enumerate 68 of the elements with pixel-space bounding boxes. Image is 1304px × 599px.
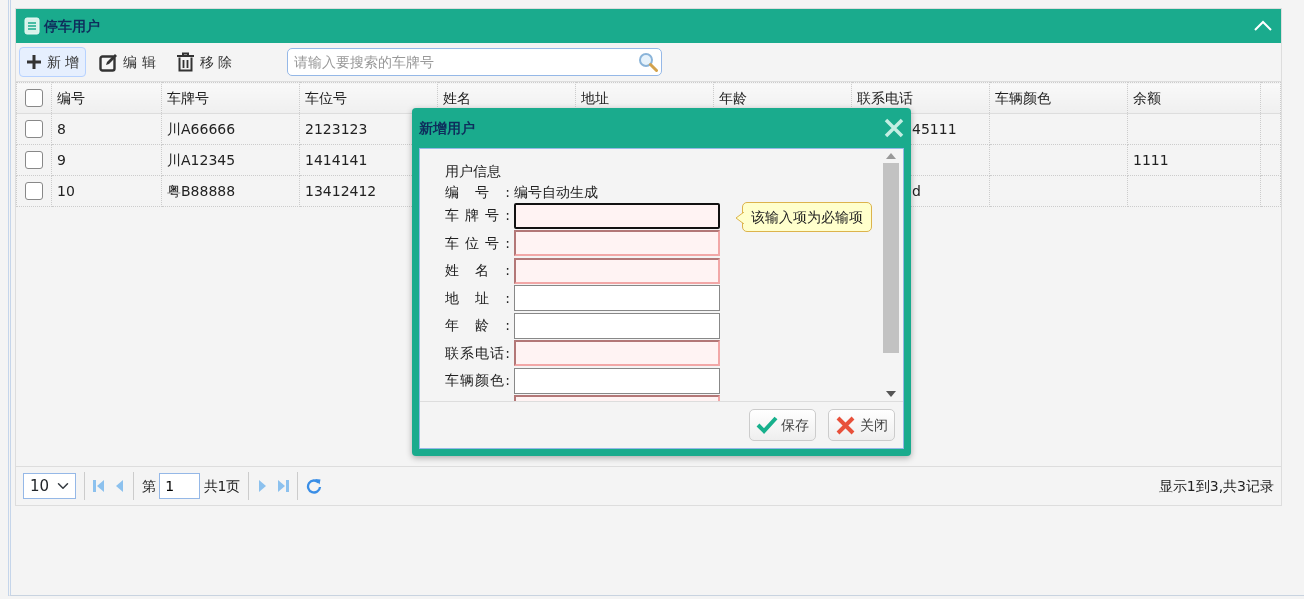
- toolbar-button[interactable]: 编 辑: [92, 47, 163, 77]
- table-cell: 2123123: [305, 120, 368, 137]
- dialog-button[interactable]: 保存: [749, 409, 816, 441]
- section-heading: 用户信息: [445, 162, 502, 181]
- row-checkbox[interactable]: [25, 151, 43, 169]
- field-label: 地址:: [445, 288, 510, 308]
- text-field[interactable]: [514, 202, 720, 229]
- text-field[interactable]: [514, 367, 720, 394]
- plus-icon: [26, 54, 42, 70]
- document-icon: [24, 17, 40, 35]
- text-field[interactable]: [514, 257, 720, 284]
- field-label: 车位号:: [445, 233, 510, 253]
- scroll-up-icon[interactable]: [886, 153, 896, 159]
- table-cell: 8: [57, 120, 66, 137]
- table-cell: 川A66666: [167, 120, 236, 137]
- column-header[interactable]: 车牌号: [161, 82, 300, 114]
- text-field[interactable]: [514, 340, 720, 367]
- table-cell: 45111: [912, 120, 957, 137]
- check-icon: [756, 414, 778, 436]
- refresh-icon[interactable]: [306, 478, 323, 494]
- edit-icon: [99, 52, 119, 72]
- text-field[interactable]: [514, 230, 720, 257]
- text-field[interactable]: [514, 312, 720, 339]
- column-header[interactable]: 车位号: [299, 82, 438, 114]
- last-page-icon[interactable]: [277, 479, 290, 493]
- close-icon[interactable]: [884, 118, 904, 138]
- column-header[interactable]: 余额: [1127, 82, 1261, 114]
- text-field[interactable]: [514, 285, 720, 312]
- table-cell: 9: [57, 151, 66, 168]
- column-header[interactable]: 车辆颜色: [989, 82, 1128, 114]
- tooltip-arrow-icon: [736, 212, 744, 224]
- dialog-title: 新增用户: [419, 118, 475, 138]
- field-label: 编号:: [445, 182, 510, 202]
- page-number-field[interactable]: 1: [159, 473, 201, 499]
- table-cell: 1414141: [305, 151, 368, 168]
- toolbar-button[interactable]: 新 增: [19, 47, 87, 77]
- field-label: 联系电话:: [445, 343, 510, 363]
- scroll-down-icon[interactable]: [886, 391, 896, 397]
- column-header[interactable]: 编号: [51, 82, 162, 114]
- page-label: 第: [142, 476, 156, 496]
- panel-title: 停车用户: [44, 16, 100, 36]
- row-checkbox[interactable]: [25, 120, 43, 138]
- trash-icon: [175, 52, 195, 72]
- field-label: 年龄:: [445, 316, 510, 336]
- chevron-up-icon[interactable]: [1253, 19, 1273, 33]
- cross-icon: [835, 414, 857, 436]
- search-icon: [638, 52, 659, 72]
- field-label: 车牌号:: [445, 206, 510, 226]
- table-cell: d: [912, 182, 921, 199]
- first-page-icon[interactable]: [93, 479, 105, 493]
- search-field[interactable]: 请输入要搜索的车牌号: [287, 48, 663, 76]
- table-cell: 川A12345: [167, 151, 236, 168]
- record-summary: 显示1到3,共3记录: [1158, 476, 1274, 496]
- field-label: 姓名:: [445, 261, 510, 281]
- table-cell: 粤B88888: [167, 182, 236, 199]
- field-value: 编号自动生成: [514, 182, 598, 202]
- field-label: 车辆颜色:: [445, 371, 510, 391]
- scrollbar-thumb[interactable]: [883, 163, 899, 353]
- toolbar-button[interactable]: 移 除: [168, 47, 240, 77]
- table-cell: 10: [57, 182, 75, 199]
- column-header[interactable]: 联系电话: [851, 82, 990, 114]
- total-pages-label: 共1页: [203, 476, 241, 496]
- table-cell: 13412412: [305, 182, 377, 199]
- page-size-select[interactable]: 10: [23, 473, 76, 499]
- dialog-button[interactable]: 关闭: [828, 409, 895, 441]
- table-cell: 1111: [1133, 151, 1169, 168]
- row-checkbox[interactable]: [25, 182, 43, 200]
- select-all-checkbox[interactable]: [25, 89, 43, 107]
